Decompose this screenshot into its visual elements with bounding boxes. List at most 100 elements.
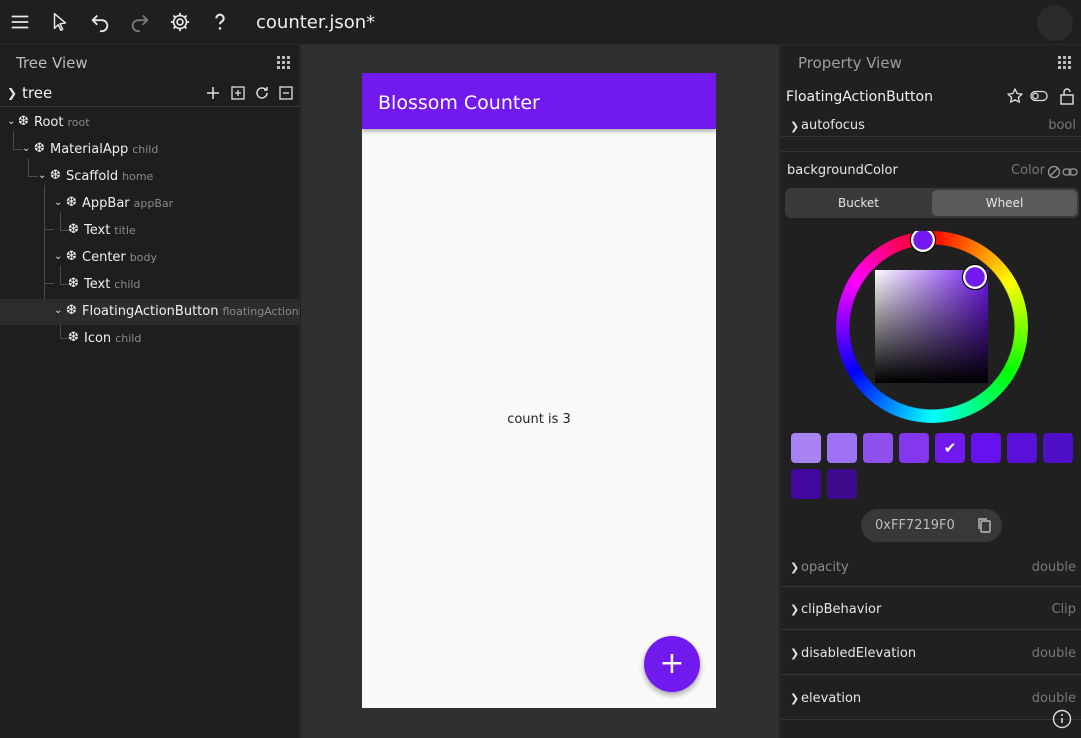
divider [781,151,1081,152]
property-type: double [1031,560,1076,575]
undo-icon[interactable] [87,9,113,35]
color-swatch[interactable]: ✔ [935,433,965,463]
hue-handle[interactable] [910,227,936,253]
node-name: Text [84,277,111,292]
collapse-all-icon[interactable] [278,85,294,101]
tree-node-icon[interactable]: ❆ Icon child [0,328,300,350]
redo-icon[interactable] [127,9,153,35]
plus-icon: + [659,646,685,681]
chevron-down-icon[interactable]: ⌄ [7,116,15,127]
tree-node-center[interactable]: ⌄ ❆ Center body [0,247,300,269]
widget-icon: ❆ [50,168,61,183]
color-swatch[interactable] [1043,433,1073,463]
node-name: Center [82,250,126,265]
node-name: Root [34,115,64,130]
floating-action-button[interactable]: + [644,636,700,692]
refresh-icon[interactable] [254,85,270,101]
property-row-disabledelevation[interactable]: ❯ disabledElevation double [781,630,1081,675]
property-row-elevation[interactable]: ❯ elevation double [781,675,1081,720]
chevron-down-icon[interactable]: ⌄ [54,305,62,316]
selected-widget-name: FloatingActionButton [786,89,933,105]
preview-appbar[interactable]: Blossom Counter [362,73,716,129]
widget-icon: ❆ [68,276,79,291]
color-swatch[interactable] [791,469,821,499]
tree-view-panel: Tree View ❯ tree ⌄ ❆ Root root ⌄ ❆ Materi… [0,45,300,738]
color-swatch[interactable] [1007,433,1037,463]
chevron-right-icon[interactable]: ❯ [790,120,799,133]
tree-node-appbar[interactable]: ⌄ ❆ AppBar appBar [0,193,300,215]
color-wheel[interactable] [836,227,1028,423]
color-swatch[interactable] [899,433,929,463]
widget-icon: ❆ [66,249,77,264]
property-name: disabledElevation [801,646,917,661]
chevron-right-icon[interactable]: ❯ [790,692,799,705]
tree-node-materialapp[interactable]: ⌄ ❆ MaterialApp child [0,139,300,161]
info-icon[interactable] [1052,709,1072,729]
property-row-autofocus[interactable]: ❯ autofocus bool [781,107,1081,137]
node-name: Icon [84,331,112,346]
shade-handle[interactable] [962,264,988,290]
copy-icon[interactable] [976,517,992,533]
chevron-down-icon[interactable]: ⌄ [54,197,62,208]
color-swatch[interactable] [827,433,857,463]
grid-icon[interactable] [1058,56,1071,69]
chevron-right-icon[interactable]: ❯ [790,647,799,660]
add-icon[interactable] [205,85,221,101]
help-icon[interactable] [207,9,233,35]
hex-value: 0xFF7219F0 [875,518,955,533]
link-icon[interactable] [1062,165,1078,179]
tree-node-text-title[interactable]: ❆ Text title [0,220,300,242]
count-text: count is 3 [507,412,571,427]
avatar[interactable] [1037,5,1073,41]
node-slot: body [129,251,157,264]
check-icon: ✔ [943,439,957,457]
property-type: Clip [1051,602,1076,617]
chevron-right-icon[interactable]: ❯ [7,86,17,100]
add-box-icon[interactable] [230,85,246,101]
tree-root-row[interactable]: ❯ tree [0,81,300,107]
widget-icon: ❆ [18,114,29,129]
menu-icon[interactable] [7,9,33,35]
tab-wheel[interactable]: Wheel [932,190,1077,216]
color-swatch[interactable] [827,469,857,499]
node-slot: child [115,332,142,345]
clear-icon[interactable] [1047,165,1061,179]
hex-value-field[interactable]: 0xFF7219F0 [861,509,1002,542]
node-slot: root [67,116,90,129]
color-swatch[interactable] [971,433,1001,463]
gear-icon[interactable] [167,9,193,35]
node-slot: appBar [133,197,174,210]
node-slot: floatingActionB [222,305,300,318]
tree-node-root[interactable]: ⌄ ❆ Root root [0,112,300,134]
widget-icon: ❆ [66,303,77,318]
cursor-icon[interactable] [47,9,73,35]
chevron-right-icon[interactable]: ❯ [790,603,799,616]
chevron-down-icon[interactable]: ⌄ [54,251,62,262]
color-swatch[interactable] [791,433,821,463]
chevron-right-icon[interactable]: ❯ [790,561,799,574]
property-row-clipbehavior[interactable]: ❯ clipBehavior Clip [781,587,1081,630]
node-name: AppBar [82,196,130,211]
star-icon[interactable] [1006,87,1024,105]
property-name: autofocus [801,118,865,133]
tree-node-text-child[interactable]: ❆ Text child [0,274,300,296]
node-name: Scaffold [66,169,119,184]
property-view-panel: Property View FloatingActionButton ❯ aut… [780,45,1081,738]
toggle-icon[interactable] [1030,87,1048,105]
chevron-down-icon[interactable]: ⌄ [22,143,30,154]
property-name: clipBehavior [801,602,882,617]
widget-icon: ❆ [68,222,79,237]
color-picker-tabs: Bucket Wheel [785,188,1079,218]
tree-node-scaffold[interactable]: ⌄ ❆ Scaffold home [0,166,300,188]
property-row-opacity[interactable]: ❯ opacity double [781,545,1081,587]
top-toolbar: counter.json* [0,0,1081,45]
document-title: counter.json* [256,12,376,33]
lock-open-icon[interactable] [1058,87,1076,105]
tab-bucket[interactable]: Bucket [787,190,930,216]
color-swatch[interactable] [863,433,893,463]
device-preview[interactable]: Blossom Counter count is 3 + [362,73,716,708]
grid-icon[interactable] [277,56,290,69]
tree-node-floatingactionbutton[interactable]: ⌄ ❆ FloatingActionButton floatingActionB [0,299,300,325]
chevron-down-icon[interactable]: ⌄ [38,170,46,181]
widget-icon: ❆ [66,195,77,210]
